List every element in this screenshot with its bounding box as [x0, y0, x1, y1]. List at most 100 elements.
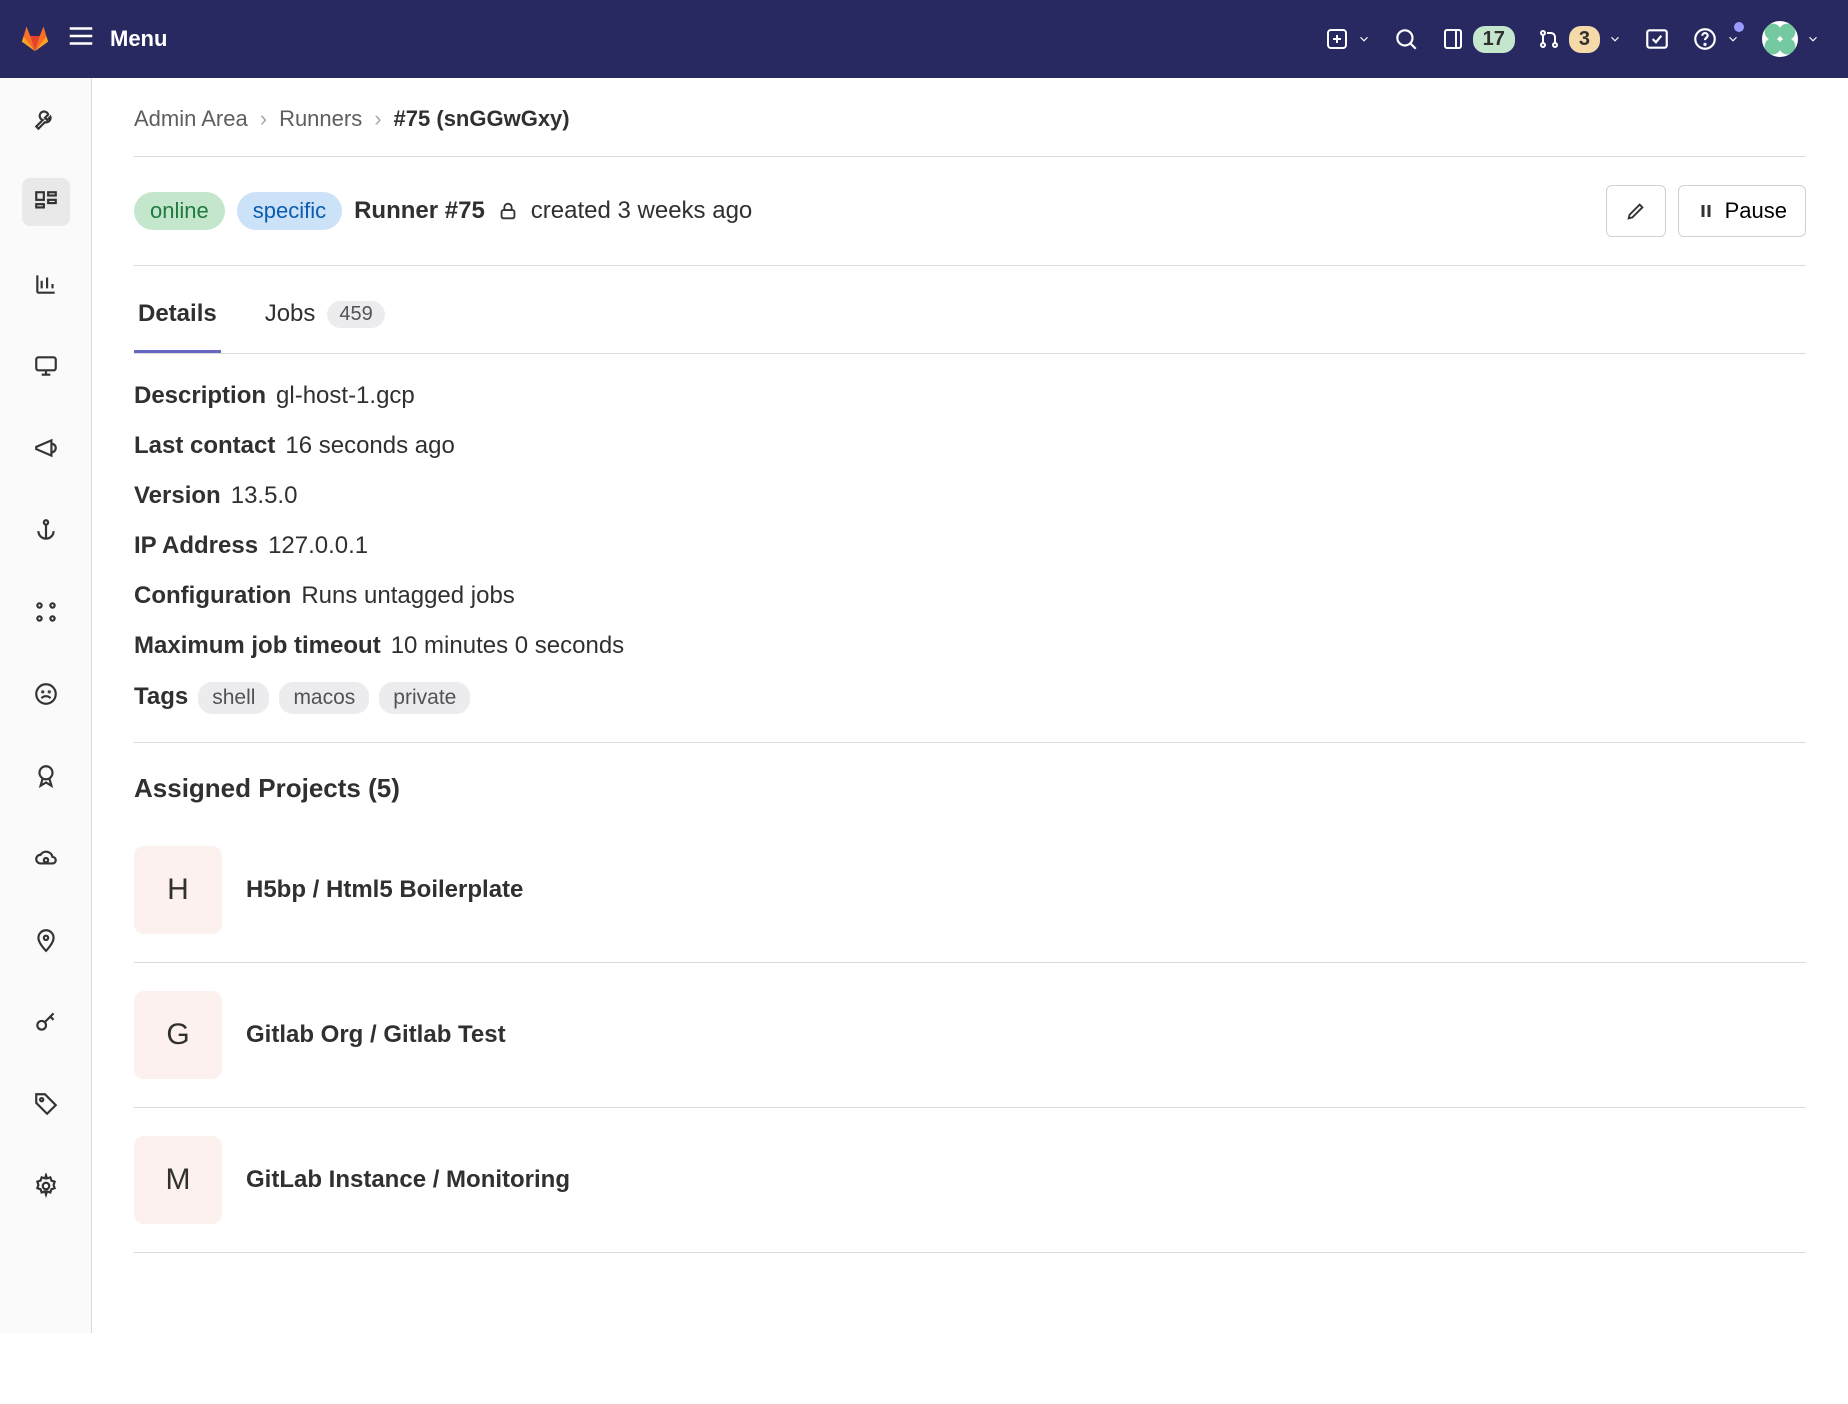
breadcrumb-admin[interactable]: Admin Area	[134, 106, 248, 132]
megaphone-icon	[33, 435, 59, 461]
sidebar-kubernetes[interactable]	[22, 834, 70, 882]
project-avatar: H	[134, 846, 222, 934]
timeout-value: 10 minutes 0 seconds	[391, 632, 624, 660]
runner-details: Description gl-host-1.gcp Last contact 1…	[134, 354, 1806, 743]
pause-button[interactable]: Pause	[1678, 185, 1806, 237]
wrench-icon	[33, 107, 59, 133]
top-navbar: Menu 17 3	[0, 0, 1848, 78]
timeout-label: Maximum job timeout	[134, 632, 381, 660]
help-icon	[1692, 26, 1718, 52]
runner-header: online specific Runner #75 created 3 wee…	[134, 157, 1806, 266]
chevron-down-icon	[1806, 32, 1820, 46]
sidebar-monitoring[interactable]	[22, 342, 70, 390]
sidebar-applications[interactable]	[22, 588, 70, 636]
project-avatar: M	[134, 1136, 222, 1224]
create-button[interactable]	[1325, 27, 1371, 51]
monitor-icon	[33, 353, 59, 379]
status-badge: online	[134, 192, 225, 230]
type-badge: specific	[237, 192, 342, 230]
sidebar-geo[interactable]	[22, 916, 70, 964]
project-name: GitLab Instance / Monitoring	[246, 1166, 570, 1194]
search-icon	[1393, 26, 1419, 52]
breadcrumb-current: #75 (snGGwGxy)	[394, 106, 570, 132]
apps-icon	[33, 599, 59, 625]
sidebar-abuse[interactable]	[22, 670, 70, 718]
gitlab-logo-icon[interactable]	[18, 19, 52, 59]
breadcrumb: Admin Area › Runners › #75 (snGGwGxy)	[134, 106, 1806, 157]
config-label: Configuration	[134, 582, 291, 610]
ip-value: 127.0.0.1	[268, 532, 368, 560]
merge-request-icon	[1537, 27, 1561, 51]
issues-icon	[1441, 27, 1465, 51]
last-contact-label: Last contact	[134, 432, 275, 460]
user-menu-button[interactable]	[1762, 21, 1820, 57]
help-button[interactable]	[1692, 26, 1740, 52]
sidebar-messages[interactable]	[22, 424, 70, 472]
sidebar-overview[interactable]	[22, 178, 70, 226]
tab-jobs[interactable]: Jobs 459	[261, 286, 389, 353]
chevron-down-icon	[1608, 32, 1622, 46]
breadcrumb-runners[interactable]: Runners	[279, 106, 362, 132]
cloud-icon	[33, 845, 59, 871]
merge-requests-button[interactable]: 3	[1537, 26, 1622, 53]
chevron-down-icon	[1357, 32, 1371, 46]
tabs: Details Jobs 459	[134, 266, 1806, 354]
description-label: Description	[134, 382, 266, 410]
pause-label: Pause	[1725, 198, 1787, 224]
sidebar-hooks[interactable]	[22, 506, 70, 554]
sidebar-analytics[interactable]	[22, 260, 70, 308]
project-row[interactable]: M GitLab Instance / Monitoring	[134, 1108, 1806, 1253]
pause-icon	[1697, 202, 1715, 220]
version-label: Version	[134, 482, 221, 510]
todos-icon	[1644, 26, 1670, 52]
search-button[interactable]	[1393, 26, 1419, 52]
gear-icon	[33, 1173, 59, 1199]
lock-icon	[497, 200, 519, 222]
sad-face-icon	[33, 681, 59, 707]
assigned-projects-heading: Assigned Projects (5)	[134, 773, 1806, 804]
tag-private: private	[379, 682, 470, 714]
tab-details[interactable]: Details	[134, 286, 221, 353]
todos-button[interactable]	[1644, 26, 1670, 52]
issues-badge: 17	[1473, 26, 1515, 53]
project-avatar: G	[134, 991, 222, 1079]
project-row[interactable]: H H5bp / Html5 Boilerplate	[134, 824, 1806, 963]
anchor-icon	[33, 517, 59, 543]
created-text: created 3 weeks ago	[531, 197, 752, 225]
tag-shell: shell	[198, 682, 269, 714]
jobs-count-badge: 459	[327, 301, 384, 328]
sidebar-settings[interactable]	[22, 1162, 70, 1210]
mr-badge: 3	[1569, 26, 1600, 53]
issues-button[interactable]: 17	[1441, 26, 1515, 53]
main-content: Admin Area › Runners › #75 (snGGwGxy) on…	[92, 78, 1848, 1333]
projects-list: H H5bp / Html5 Boilerplate G Gitlab Org / G…	[134, 824, 1806, 1253]
location-icon	[33, 927, 59, 953]
sidebar-subscription[interactable]	[22, 752, 70, 800]
ribbon-icon	[33, 763, 59, 789]
left-sidebar	[0, 78, 92, 1333]
chevron-right-icon: ›	[260, 106, 267, 132]
project-name: H5bp / Html5 Boilerplate	[246, 876, 523, 904]
sidebar-labels[interactable]	[22, 1080, 70, 1128]
tab-details-label: Details	[138, 300, 217, 328]
sidebar-deploy-keys[interactable]	[22, 998, 70, 1046]
tab-jobs-label: Jobs	[265, 300, 316, 328]
tags-label: Tags	[134, 683, 188, 711]
edit-button[interactable]	[1606, 185, 1666, 237]
project-name: Gitlab Org / Gitlab Test	[246, 1021, 506, 1049]
menu-label[interactable]: Menu	[110, 26, 167, 52]
tag-macos: macos	[279, 682, 369, 714]
version-value: 13.5.0	[231, 482, 298, 510]
ip-label: IP Address	[134, 532, 258, 560]
hamburger-icon[interactable]	[66, 21, 96, 57]
project-row[interactable]: G Gitlab Org / Gitlab Test	[134, 963, 1806, 1108]
config-value: Runs untagged jobs	[301, 582, 515, 610]
notification-dot-icon	[1734, 22, 1744, 32]
label-icon	[33, 1091, 59, 1117]
dashboard-icon	[33, 189, 59, 215]
avatar	[1762, 21, 1798, 57]
sidebar-admin[interactable]	[22, 96, 70, 144]
chevron-down-icon	[1726, 32, 1740, 46]
chart-icon	[33, 271, 59, 297]
chevron-right-icon: ›	[374, 106, 381, 132]
